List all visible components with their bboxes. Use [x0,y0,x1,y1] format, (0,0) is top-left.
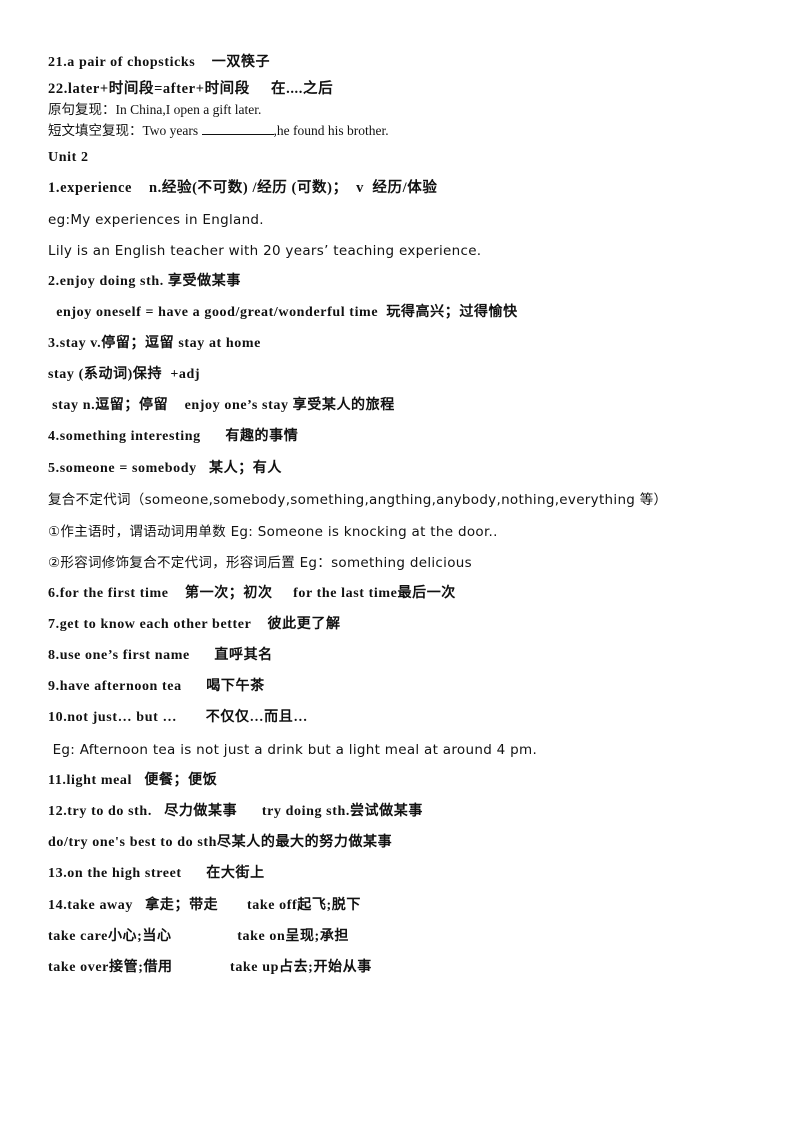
item-21: 21.a pair of chopsticks 一双筷子 [48,55,271,70]
item-5-b: ①作主语时，谓语动词用单数 Eg: Someone is knocking at… [48,524,498,540]
fill-blank-sentence: 短文填空复现：Two years ,he found his brother. [48,121,389,141]
item-14-c: take over接管;借用 take up占去;开始从事 [48,960,372,975]
item-12: 12.try to do sth. 尽力做某事 try doing sth.尝试… [48,804,423,819]
blank-line [201,122,274,135]
item-4: 4.something interesting 有趣的事情 [48,429,299,444]
item-3-b: stay (系动词)保持 +adj [48,367,201,382]
item-14-b: take care小心;当心 take on呈现;承担 [48,929,350,944]
item-1-example: eg:My experiences in England. [48,212,264,228]
item-1: 1.experience n.经验(不可数) /经历 (可数)； v 经历/体验 [48,180,438,196]
item-2-b: enjoy oneself = have a good/great/wonder… [48,305,518,320]
original-text: In China,I open a gift later. [115,102,262,117]
item-8: 8.use one’s first name 直呼其名 [48,648,273,663]
item-13: 13.on the high street 在大街上 [48,866,265,881]
fill-before: Two years [142,123,202,138]
item-2: 2.enjoy doing sth. 享受做某事 [48,274,241,289]
original-label: 原句复现： [48,102,116,117]
item-3-c: stay n.逗留；停留 enjoy one’s stay 享受某人的旅程 [48,398,395,413]
item-1-example-2: Lily is an English teacher with 20 years… [48,243,482,259]
fill-label: 短文填空复现： [48,123,143,138]
unit-heading: Unit 2 [48,150,89,165]
fill-after: ,he found his brother. [273,123,389,138]
item-9: 9.have afternoon tea 喝下午茶 [48,679,265,694]
item-10: 10.not just… but … 不仅仅…而且… [48,710,308,725]
original-sentence: 原句复现：In China,I open a gift later. [48,100,261,120]
item-11: 11.light meal 便餐；便饭 [48,773,218,788]
item-5: 5.someone = somebody 某人；有人 [48,461,282,476]
item-5-a: 复合不定代词（someone,somebody,something,angthi… [48,492,668,508]
item-12-b: do/try one's best to do sth尽某人的最大的努力做某事 [48,835,393,850]
item-5-c: ②形容词修饰复合不定代词，形容词后置 Eg：something deliciou… [48,555,472,571]
item-14: 14.take away 拿走；带走 take off起飞;脱下 [48,898,361,913]
item-22: 22.later+时间段=after+时间段 在....之后 [48,81,334,97]
item-3: 3.stay v.停留；逗留 stay at home [48,336,261,351]
item-6: 6.for the first time 第一次；初次 for the last… [48,586,456,601]
item-10-example: Eg: Afternoon tea is not just a drink bu… [48,742,538,758]
item-7: 7.get to know each other better 彼此更了解 [48,617,341,632]
